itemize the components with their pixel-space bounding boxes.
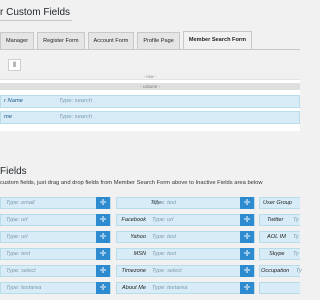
tab-bar: Manager Register Form Account Form Profi…	[0, 31, 255, 49]
field-label: Twitter	[267, 217, 284, 223]
inactive-field[interactable]: Skype Ty	[259, 248, 300, 260]
form-builder: - row - - column - r Name Type: search m…	[0, 73, 300, 131]
move-icon[interactable]: ✛	[240, 231, 254, 243]
move-icon[interactable]: ✛	[96, 265, 110, 277]
field-label: About Me	[122, 285, 146, 291]
inactive-field[interactable]: Facebook Type: url ✛	[116, 214, 255, 226]
field-label: AOL IM	[267, 234, 286, 240]
inactive-field[interactable]: Type: text ✛	[0, 248, 111, 260]
field-type: Type: select	[152, 268, 182, 274]
field-type: Type: text	[152, 234, 177, 240]
inactive-fields-title: Fields	[0, 166, 27, 177]
move-icon[interactable]: ✛	[240, 214, 254, 226]
inactive-field[interactable]: About Me Type: textarea ✛	[116, 282, 255, 294]
field-type: Ty	[293, 217, 299, 223]
tab-account-form[interactable]: Account Form	[87, 32, 135, 49]
field-label: Timezone	[121, 268, 146, 274]
title-divider	[0, 20, 72, 21]
field-type: Type: url	[6, 234, 28, 240]
row-handle[interactable]: - row -	[0, 73, 300, 80]
tab-register-form[interactable]: Register Form	[37, 32, 85, 49]
field-label: User Group	[263, 200, 292, 206]
inactive-field[interactable]: AOL IM Ty	[259, 231, 300, 243]
inactive-field[interactable]: User Group	[259, 197, 300, 209]
move-icon[interactable]: ✛	[240, 197, 254, 209]
builder-field[interactable]: me Type: search	[0, 111, 300, 124]
field-type: Type: text	[152, 200, 177, 206]
field-type: Type: textarea	[6, 285, 42, 291]
field-type: Type: search	[59, 114, 93, 120]
builder-field[interactable]: r Name Type: search	[0, 95, 300, 108]
inactive-field[interactable]: Timezone Type: select ✛	[116, 265, 255, 277]
inactive-field[interactable]: Yahoo Type: text ✛	[116, 231, 255, 243]
tab-profile-page[interactable]: Profile Page	[137, 32, 180, 49]
field-type: Type: url	[6, 217, 28, 223]
field-type: Type: select	[6, 268, 36, 274]
field-type: Type: url	[152, 217, 174, 223]
field-label: Skype	[269, 251, 285, 257]
inactive-field[interactable]: Type: textarea ✛	[0, 282, 111, 294]
field-type: Type: email	[6, 200, 35, 206]
field-label: Occupation	[261, 268, 290, 274]
move-icon[interactable]: ✛	[96, 248, 110, 260]
inactive-field[interactable]: MSN Type: text ✛	[116, 248, 255, 260]
field-type: Type: text	[152, 251, 177, 257]
inactive-field[interactable]: Title Type: text ✛	[116, 197, 255, 209]
move-icon[interactable]: ✛	[96, 197, 110, 209]
move-icon[interactable]: ✛	[240, 248, 254, 260]
tabs-divider	[0, 49, 300, 50]
inactive-fields-description: custom fields, just drag and drop fields…	[0, 180, 263, 186]
field-label: MSN	[133, 251, 146, 257]
field-type: Type: search	[59, 98, 93, 104]
field-type: Ty	[293, 251, 299, 257]
tab-manager[interactable]: Manager	[0, 32, 35, 49]
inactive-field[interactable]: Type: url ✛	[0, 214, 111, 226]
page-title: r Custom Fields	[0, 7, 71, 18]
inactive-field[interactable]: Occupation Ty	[259, 265, 302, 277]
field-label: me	[4, 114, 13, 120]
inactive-field[interactable]: Type: select ✛	[0, 265, 111, 277]
columns-layout-button[interactable]: ⫴	[8, 59, 21, 71]
move-icon[interactable]: ✛	[96, 214, 110, 226]
inactive-field[interactable]: Type: url ✛	[0, 231, 111, 243]
field-type: Type: text	[6, 251, 31, 257]
column-handle[interactable]: - column -	[0, 83, 300, 90]
columns-icon: ⫴	[13, 61, 16, 69]
field-label: r Name	[4, 98, 24, 104]
field-type: Ty	[293, 234, 299, 240]
field-label: Yahoo	[130, 234, 146, 240]
move-icon[interactable]: ✛	[96, 231, 110, 243]
move-icon[interactable]: ✛	[240, 265, 254, 277]
inactive-field[interactable]: Twitter Ty	[259, 214, 300, 226]
field-label: Facebook	[121, 217, 146, 223]
field-type: Type: textarea	[152, 285, 188, 291]
field-type: Ty	[296, 268, 302, 274]
move-icon[interactable]: ✛	[96, 282, 110, 294]
inactive-field[interactable]	[259, 282, 300, 294]
tab-member-search-form[interactable]: Member Search Form	[182, 31, 253, 49]
inactive-field[interactable]: Type: email ✛	[0, 197, 111, 209]
move-icon[interactable]: ✛	[240, 282, 254, 294]
